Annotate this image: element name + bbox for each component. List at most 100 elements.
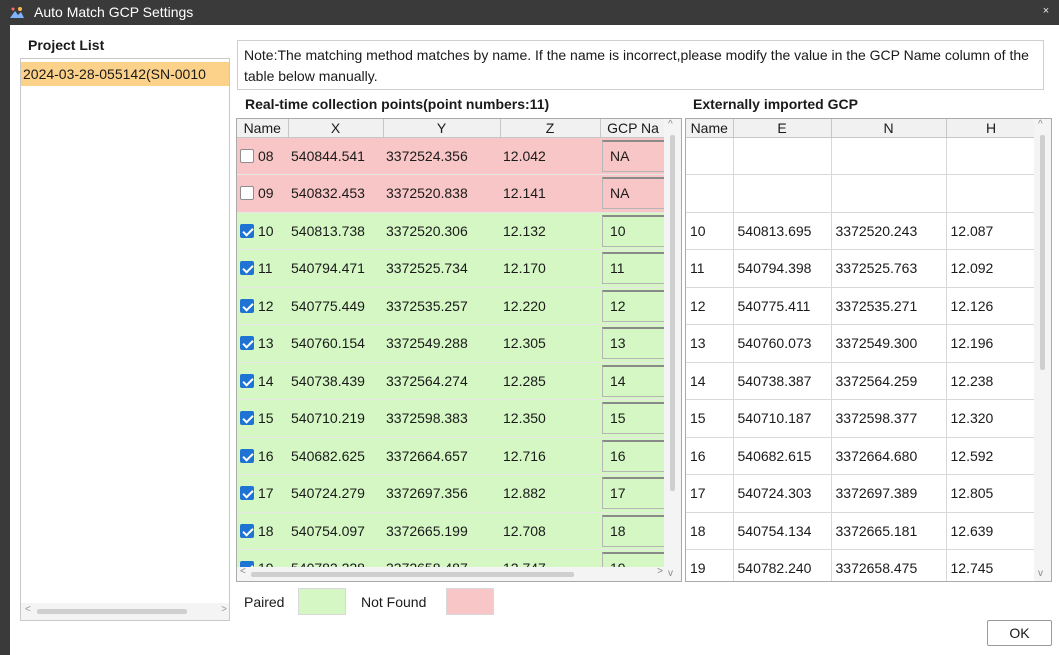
table-row[interactable]: 13 540760.073 3372549.300 12.196 <box>686 324 1037 363</box>
table-row[interactable]: 09 540832.453 3372520.838 12.141 NA <box>237 174 666 213</box>
scrollbar-thumb[interactable] <box>251 572 574 577</box>
table-row[interactable]: 11 540794.398 3372525.763 12.092 <box>686 249 1037 288</box>
gcp-name-input[interactable]: NA <box>602 177 666 210</box>
realtime-table[interactable]: Name X Y Z GCP Na 08 540844.541 3372524.35… <box>236 118 682 582</box>
gcp-name-input[interactable]: 17 <box>602 477 666 510</box>
table-row[interactable]: 18 540754.134 3372665.181 12.639 <box>686 512 1037 550</box>
n-cell: 3372535.271 <box>831 287 947 325</box>
gcp-name-cell[interactable]: 17 <box>600 474 666 513</box>
gcp-name-cell[interactable]: 10 <box>600 212 666 250</box>
table-row[interactable]: 12 540775.449 3372535.257 12.220 12 <box>237 287 666 325</box>
point-name-cell[interactable]: 14 <box>237 362 288 400</box>
table-row[interactable]: 19 540782.240 3372658.475 12.745 <box>686 549 1037 581</box>
gcp-name-cell[interactable]: 15 <box>600 399 666 438</box>
table-row[interactable]: 10 540813.738 3372520.306 12.132 10 <box>237 212 666 250</box>
point-name-cell[interactable]: 13 <box>237 324 288 363</box>
scrollbar-thumb[interactable] <box>37 609 187 614</box>
point-name-cell[interactable]: 10 <box>237 212 288 250</box>
point-name-cell[interactable]: 16 <box>237 437 288 475</box>
table-row[interactable] <box>686 137 1037 175</box>
gcp-name-input[interactable]: NA <box>602 139 666 172</box>
gcp-name-cell[interactable]: 14 <box>600 362 666 400</box>
column-header-z[interactable]: Z <box>500 119 601 138</box>
gcp-name-input[interactable]: 10 <box>602 214 666 247</box>
gcp-name-cell[interactable]: NA <box>600 137 666 175</box>
checkbox-checked-icon[interactable] <box>240 223 254 238</box>
realtime-horizontal-scrollbar[interactable]: < > <box>237 566 666 581</box>
column-header-x[interactable]: X <box>288 119 384 138</box>
gcp-name-input[interactable]: 18 <box>602 514 666 547</box>
scroll-up-icon[interactable]: ^ <box>668 119 673 130</box>
column-header-e[interactable]: E <box>733 119 832 138</box>
checkbox-checked-icon[interactable] <box>240 373 254 388</box>
scroll-down-icon[interactable]: v <box>1038 568 1043 579</box>
table-row[interactable]: 10 540813.695 3372520.243 12.087 <box>686 212 1037 250</box>
checkbox-checked-icon[interactable] <box>240 261 254 276</box>
table-row[interactable]: 15 540710.219 3372598.383 12.350 15 <box>237 399 666 438</box>
scrollbar-thumb[interactable] <box>1040 135 1045 370</box>
point-name-cell[interactable]: 18 <box>237 512 288 550</box>
x-cell: 540724.279 <box>288 474 383 513</box>
gcp-name-cell[interactable]: NA <box>600 174 666 213</box>
gcp-name-input[interactable]: 11 <box>602 252 666 285</box>
table-row[interactable] <box>686 174 1037 213</box>
checkbox-checked-icon[interactable] <box>240 298 254 313</box>
checkbox-checked-icon[interactable] <box>240 486 254 501</box>
gcp-name-input[interactable]: 13 <box>602 327 666 360</box>
gcp-name-input[interactable]: 16 <box>602 439 666 472</box>
checkbox-checked-icon[interactable] <box>240 523 254 538</box>
scrollbar-thumb[interactable] <box>670 135 675 491</box>
project-list[interactable]: 2024-03-28-055142(SN-0010 < > <box>20 58 230 621</box>
gcp-name-cell[interactable]: 18 <box>600 512 666 550</box>
gcp-name-input[interactable]: 14 <box>602 364 666 397</box>
point-name-cell[interactable]: 08 <box>237 137 288 175</box>
column-header-name[interactable]: Name <box>237 119 289 138</box>
gcp-name-cell[interactable]: 12 <box>600 287 666 325</box>
checkbox-unchecked-icon[interactable] <box>240 148 254 163</box>
point-name-cell[interactable]: 09 <box>237 174 288 213</box>
checkbox-checked-icon[interactable] <box>240 448 254 463</box>
table-row[interactable]: 14 540738.387 3372564.259 12.238 <box>686 362 1037 400</box>
checkbox-unchecked-icon[interactable] <box>240 186 254 201</box>
table-row[interactable]: 17 540724.279 3372697.356 12.882 17 <box>237 474 666 513</box>
table-row[interactable]: 18 540754.097 3372665.199 12.708 18 <box>237 512 666 550</box>
point-name-cell[interactable]: 11 <box>237 249 288 288</box>
point-name-cell[interactable]: 12 <box>237 287 288 325</box>
scroll-left-icon[interactable]: < <box>240 566 246 577</box>
scroll-right-icon[interactable]: > <box>221 604 227 615</box>
point-name-cell[interactable]: 15 <box>237 399 288 438</box>
table-row[interactable]: 12 540775.411 3372535.271 12.126 <box>686 287 1037 325</box>
checkbox-checked-icon[interactable] <box>240 336 254 351</box>
table-row[interactable]: 17 540724.303 3372697.389 12.805 <box>686 474 1037 513</box>
point-name-cell[interactable]: 17 <box>237 474 288 513</box>
table-row[interactable]: 13 540760.154 3372549.288 12.305 13 <box>237 324 666 363</box>
table-row[interactable]: 08 540844.541 3372524.356 12.042 NA <box>237 137 666 175</box>
scroll-down-icon[interactable]: v <box>668 568 673 579</box>
column-header-y[interactable]: Y <box>383 119 501 138</box>
table-row[interactable]: 11 540794.471 3372525.734 12.170 11 <box>237 249 666 288</box>
table-row[interactable]: 15 540710.187 3372598.377 12.320 <box>686 399 1037 438</box>
realtime-vertical-scrollbar[interactable]: ^ v <box>664 119 681 581</box>
gcp-name-input[interactable]: 15 <box>602 402 666 435</box>
imported-vertical-scrollbar[interactable]: ^ v <box>1034 119 1051 581</box>
ok-button[interactable]: OK <box>987 620 1052 646</box>
checkbox-checked-icon[interactable] <box>240 411 254 426</box>
scroll-up-icon[interactable]: ^ <box>1038 119 1043 130</box>
project-list-item[interactable]: 2024-03-28-055142(SN-0010 <box>21 62 229 86</box>
scroll-left-icon[interactable]: < <box>25 604 31 615</box>
gcp-name-cell[interactable]: 16 <box>600 437 666 475</box>
table-row[interactable]: 14 540738.439 3372564.274 12.285 14 <box>237 362 666 400</box>
project-list-scrollbar[interactable]: < > <box>21 603 229 620</box>
gcp-name-cell[interactable]: 13 <box>600 324 666 363</box>
column-header-gcp-name[interactable]: GCP Na <box>600 119 667 138</box>
gcp-name-input[interactable]: 12 <box>602 289 666 322</box>
gcp-name-cell[interactable]: 11 <box>600 249 666 288</box>
close-icon[interactable]: × <box>1039 3 1053 19</box>
imported-table[interactable]: Name E N H 10 540813.695 3372520.243 12.087… <box>685 118 1052 582</box>
table-row[interactable]: 16 540682.625 3372664.657 12.716 16 <box>237 437 666 475</box>
column-header-n[interactable]: N <box>831 119 947 138</box>
table-row[interactable]: 16 540682.615 3372664.680 12.592 <box>686 437 1037 475</box>
column-header-h[interactable]: H <box>946 119 1037 138</box>
column-header-name[interactable]: Name <box>686 119 734 138</box>
scroll-right-icon[interactable]: > <box>657 566 663 577</box>
